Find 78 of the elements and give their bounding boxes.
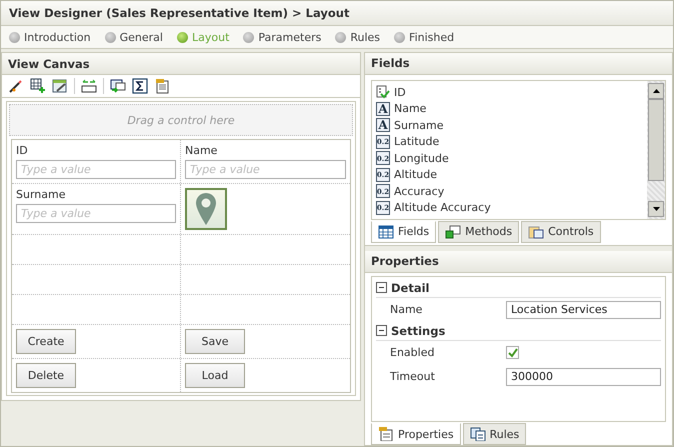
input-field[interactable]: Type a value <box>16 160 176 179</box>
collapse-toggle-icon[interactable] <box>376 325 387 336</box>
input-field[interactable]: Type a value <box>185 160 346 179</box>
map-pin-icon <box>195 192 217 226</box>
panel-title: View Canvas <box>8 56 90 70</box>
scroll-down-button[interactable] <box>648 200 664 217</box>
step-tab[interactable]: Rules <box>335 30 380 44</box>
collapse-toggle-icon[interactable] <box>376 282 387 294</box>
panel-title: Fields <box>371 56 410 70</box>
text-type-icon: A <box>376 118 390 132</box>
property-group[interactable]: Settings <box>376 322 661 341</box>
step-dot-icon <box>9 32 20 42</box>
property-field[interactable]: Location Services <box>506 300 661 319</box>
step-tab[interactable]: Introduction <box>9 30 91 44</box>
wand-icon[interactable] <box>8 78 24 94</box>
up-arrow-icon <box>652 88 660 93</box>
field-name: Surname <box>394 118 444 132</box>
field-name: Name <box>394 102 426 116</box>
group-title: Detail <box>391 280 430 295</box>
splitter-handle[interactable] <box>365 244 672 251</box>
action-button[interactable]: Create <box>16 329 76 354</box>
action-button[interactable]: Load <box>185 363 245 388</box>
step-tab[interactable]: Parameters <box>243 30 322 44</box>
field-label: Surname <box>16 188 66 201</box>
window-title: View Designer (Sales Representative Item) > Layout <box>9 6 350 20</box>
field-name: Longitude <box>394 152 449 165</box>
panel-tab[interactable]: Methods <box>438 220 520 243</box>
export-icon[interactable] <box>110 78 126 94</box>
step-dot-icon <box>176 32 188 42</box>
step-dot-icon <box>394 32 406 42</box>
step-dot-icon <box>243 32 254 42</box>
property-label: Timeout <box>390 370 436 384</box>
property-label: Enabled <box>390 346 436 360</box>
drop-hint: Drag a control here <box>127 114 235 126</box>
field-name: Latitude <box>394 135 440 148</box>
property-group[interactable]: Detail <box>376 278 661 298</box>
panel-tab[interactable]: Properties <box>371 423 461 446</box>
panel-title: Properties <box>371 254 439 268</box>
checkbox[interactable] <box>506 346 519 360</box>
down-arrow-icon <box>652 206 660 211</box>
action-button[interactable]: Save <box>185 329 245 354</box>
scroll-up-button[interactable] <box>648 82 664 99</box>
field-label: ID <box>16 144 28 157</box>
key-field-icon <box>376 85 390 100</box>
notes-icon[interactable] <box>154 78 170 94</box>
notes-icon <box>378 427 394 442</box>
panel-tab[interactable]: Rules <box>462 423 526 446</box>
field-name: Accuracy <box>394 184 444 198</box>
step-dot-icon <box>104 32 116 42</box>
field-name: ID <box>394 86 406 99</box>
field-label: Name <box>185 144 218 157</box>
sigma-icon[interactable] <box>132 78 148 94</box>
location-control[interactable] <box>185 188 227 230</box>
edit-form-icon[interactable] <box>52 78 68 94</box>
swap-icon[interactable] <box>81 78 97 94</box>
step-tab[interactable]: General <box>104 30 163 44</box>
field-name: Altitude <box>394 168 437 182</box>
panel-tab[interactable]: Fields <box>371 220 436 243</box>
field-item[interactable]: A Surname <box>376 116 643 134</box>
property-field[interactable]: 300000 <box>506 368 661 386</box>
field-item[interactable]: A Name <box>376 100 643 117</box>
field-name: Altitude Accuracy <box>394 201 491 214</box>
text-type-icon: A <box>376 102 390 116</box>
scrollbar[interactable] <box>647 80 665 219</box>
controls-icon <box>528 224 544 239</box>
table-icon <box>378 224 394 239</box>
step-dot-icon <box>335 32 346 42</box>
add-grid-icon[interactable] <box>30 78 46 94</box>
step-tab[interactable]: Finished <box>394 30 454 44</box>
documents-icon <box>470 427 486 442</box>
methods-icon <box>445 224 462 239</box>
group-title: Settings <box>391 324 446 338</box>
input-field[interactable]: Type a value <box>16 204 176 223</box>
property-label: Name <box>390 303 424 316</box>
field-item[interactable]: ID <box>376 84 643 100</box>
scroll-thumb[interactable] <box>648 98 664 181</box>
panel-tab[interactable]: Controls <box>521 220 601 243</box>
action-button[interactable]: Delete <box>16 363 76 388</box>
